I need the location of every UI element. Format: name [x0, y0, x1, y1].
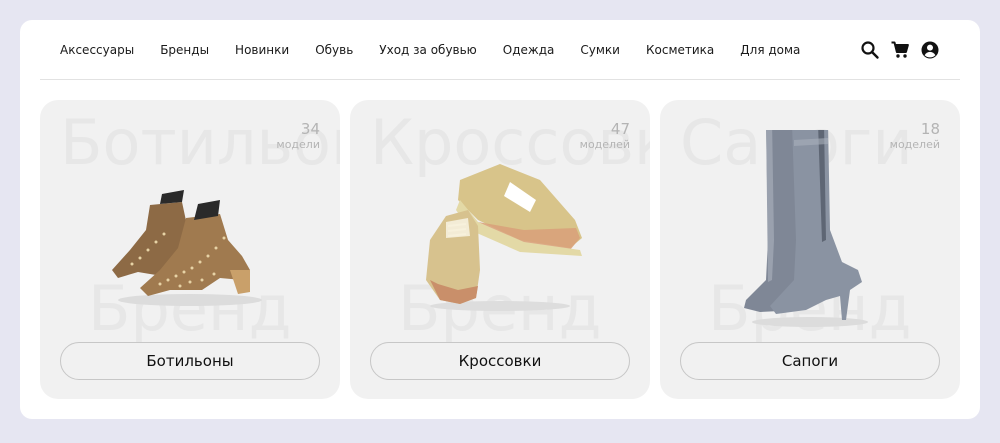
- sneakers-image: [400, 130, 600, 330]
- category-cards: Ботильоны Бренд 34 модели: [40, 100, 960, 399]
- top-navigation: Аксессуары Бренды Новинки Обувь Уход за …: [40, 20, 960, 80]
- nav-link-shoe-care[interactable]: Уход за обувью: [379, 43, 477, 57]
- category-card-ankle-boots[interactable]: Ботильоны Бренд 34 модели: [40, 100, 340, 399]
- nav-link-cosmetics[interactable]: Косметика: [646, 43, 714, 57]
- main-frame: Аксессуары Бренды Новинки Обувь Уход за …: [20, 20, 980, 419]
- category-button-tall-boots[interactable]: Сапоги: [680, 342, 940, 380]
- nav-link-shoes[interactable]: Обувь: [315, 43, 353, 57]
- category-card-tall-boots[interactable]: Сапоги Бренд 18 моделей Сапоги: [660, 100, 960, 399]
- tall-boots-image: [710, 130, 910, 330]
- nav-link-new[interactable]: Новинки: [235, 43, 289, 57]
- account-icon[interactable]: [920, 40, 940, 60]
- category-button-ankle-boots[interactable]: Ботильоны: [60, 342, 320, 380]
- search-icon[interactable]: [860, 40, 880, 60]
- nav-icons: [850, 40, 940, 60]
- category-card-sneakers[interactable]: Кроссовки Бренд 47 моделей: [350, 100, 650, 399]
- nav-links: Аксессуары Бренды Новинки Обувь Уход за …: [40, 43, 826, 57]
- nav-link-brands[interactable]: Бренды: [160, 43, 209, 57]
- nav-link-accessories[interactable]: Аксессуары: [60, 43, 134, 57]
- category-button-sneakers[interactable]: Кроссовки: [370, 342, 630, 380]
- nav-link-clothing[interactable]: Одежда: [503, 43, 555, 57]
- cart-icon[interactable]: [890, 40, 910, 60]
- ankle-boots-image: [90, 130, 290, 330]
- nav-link-bags[interactable]: Сумки: [580, 43, 620, 57]
- nav-link-home[interactable]: Для дома: [740, 43, 800, 57]
